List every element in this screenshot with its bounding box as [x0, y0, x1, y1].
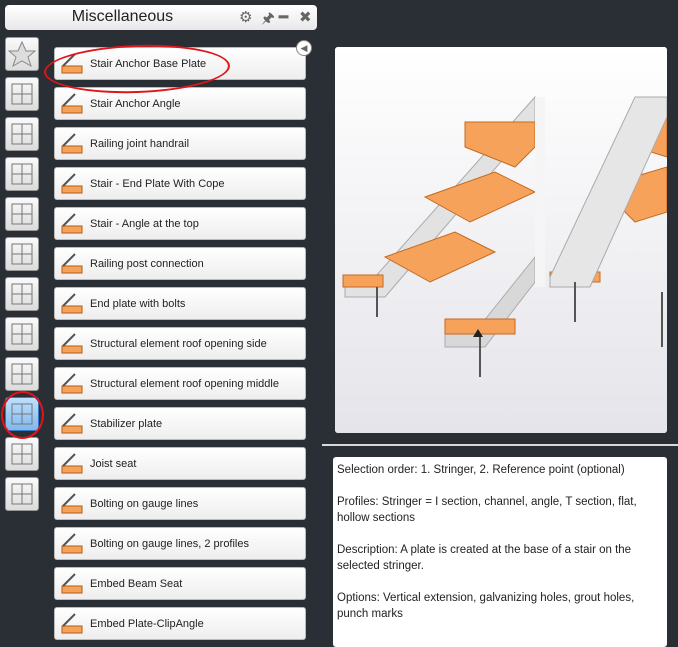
list-item[interactable]: Structural element roof opening side [54, 327, 306, 360]
component-icon [61, 533, 83, 554]
gear-icon[interactable]: ⚙ [239, 8, 252, 26]
component-icon [61, 333, 83, 354]
component-icon [61, 213, 83, 234]
component-icon [61, 173, 83, 194]
sidebar-category-truss[interactable] [5, 437, 39, 471]
component-icon [61, 133, 83, 154]
profiles-text: Profiles: Stringer = I section, channel,… [337, 496, 637, 524]
list-item[interactable]: Joist seat [54, 447, 306, 480]
bracing-icon [11, 203, 33, 225]
cross-bracing-icon [11, 363, 33, 385]
panel-title: Miscellaneous [71, 8, 174, 25]
diagonal-icon [11, 243, 33, 265]
beam-column-icon [11, 283, 33, 305]
list-item-label: Bolting on gauge lines [90, 498, 199, 510]
close-icon[interactable]: ✖ [299, 8, 312, 26]
list-item[interactable]: Stair - Angle at the top [54, 207, 306, 240]
splice-icon [11, 123, 33, 145]
list-item-label: Embed Plate-ClipAngle [90, 618, 204, 630]
list-item-label: Structural element roof opening middle [90, 378, 279, 390]
component-icon [61, 253, 83, 274]
description-panel: Selection order: 1. Stringer, 2. Referen… [333, 457, 667, 647]
component-preview-image [335, 47, 667, 433]
component-icon [61, 613, 83, 634]
minimize-icon[interactable]: ━ [279, 8, 288, 26]
list-item[interactable]: End plate with bolts [54, 287, 306, 320]
options-text: Options: Vertical extension, galvanizing… [337, 592, 635, 620]
panel-divider[interactable] [322, 444, 678, 446]
list-item-label: Railing joint handrail [90, 138, 190, 150]
truss-icon [11, 443, 33, 465]
sidebar-category-plate-detail[interactable] [5, 477, 39, 511]
sidebar-category-star[interactable] [5, 37, 39, 71]
list-item-label: End plate with bolts [90, 298, 186, 310]
description-text: Description: A plate is created at the b… [337, 544, 632, 572]
list-item[interactable]: Bolting on gauge lines [54, 487, 306, 520]
selection-order-text: Selection order: 1. Stringer, 2. Referen… [337, 464, 625, 476]
sidebar-category-diagonal[interactable] [5, 237, 39, 271]
list-item[interactable]: Railing joint handrail [54, 127, 306, 160]
component-icon [61, 573, 83, 594]
collapse-button[interactable]: ◀ [296, 40, 312, 56]
component-icon [61, 373, 83, 394]
component-icon [61, 413, 83, 434]
list-item-label: Stabilizer plate [90, 418, 163, 430]
list-item-label: Embed Beam Seat [90, 578, 183, 590]
list-item[interactable]: Stabilizer plate [54, 407, 306, 440]
list-item-label: Joist seat [90, 458, 137, 470]
sidebar-category-splice[interactable] [5, 117, 39, 151]
sidebar-category-beam-column[interactable] [5, 277, 39, 311]
sidebar-category-roof[interactable] [5, 157, 39, 191]
list-item[interactable]: Embed Plate-ClipAngle [54, 607, 306, 640]
plate-detail-icon [11, 483, 33, 505]
list-item-label: Structural element roof opening side [90, 338, 267, 350]
sidebar-category-connection[interactable] [5, 317, 39, 351]
list-item-label: Stair - Angle at the top [90, 218, 199, 230]
list-item-label: Stair - End Plate With Cope [90, 178, 225, 190]
star-icon [7, 40, 37, 68]
list-item[interactable]: Stair Anchor Angle [54, 87, 306, 120]
annotation-circle [1, 391, 44, 439]
component-icon [61, 453, 83, 474]
component-icon [61, 93, 83, 114]
list-item-label: Railing post connection [90, 258, 204, 270]
sidebar-category-cross-bracing[interactable] [5, 357, 39, 391]
list-item[interactable]: Embed Beam Seat [54, 567, 306, 600]
panel-header: Miscellaneous ⚙ 🖈 ━ ✖ [5, 5, 317, 30]
sidebar-category-bracing[interactable] [5, 197, 39, 231]
sidebar-category-column-base[interactable] [5, 77, 39, 111]
connection-icon [11, 323, 33, 345]
list-item-label: Stair Anchor Angle [90, 98, 181, 110]
list-item[interactable]: Stair - End Plate With Cope [54, 167, 306, 200]
component-icon [61, 493, 83, 514]
component-icon [61, 293, 83, 314]
pin-icon[interactable]: 🖈 [261, 8, 275, 33]
list-item[interactable]: Bolting on gauge lines, 2 profiles [54, 527, 306, 560]
list-item-label: Bolting on gauge lines, 2 profiles [90, 538, 249, 550]
roof-icon [11, 163, 33, 185]
column-base-icon [11, 83, 33, 105]
list-item[interactable]: Railing post connection [54, 247, 306, 280]
list-item[interactable]: Structural element roof opening middle [54, 367, 306, 400]
